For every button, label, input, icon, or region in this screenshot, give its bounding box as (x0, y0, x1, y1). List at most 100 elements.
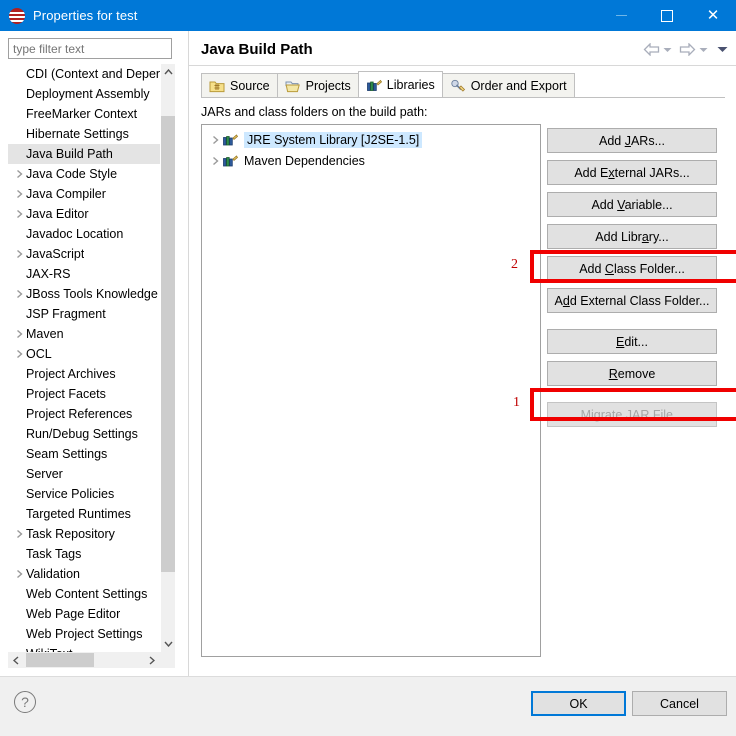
sidebar-item-web-page-editor[interactable]: Web Page Editor (8, 604, 160, 624)
add-jars-button[interactable]: Add JARs... (547, 128, 717, 153)
settings-tree[interactable]: CDI (Context and Dependency Deployment As… (8, 64, 175, 652)
sidebar-item-label: Seam Settings (26, 447, 108, 461)
sidebar-item-label: JAX-RS (26, 267, 71, 281)
sidebar-item-run-debug-settings[interactable]: Run/Debug Settings (8, 424, 160, 444)
sidebar-item-project-archives[interactable]: Project Archives (8, 364, 160, 384)
section-label: JARs and class folders on the build path… (201, 105, 428, 119)
expand-chevron-right-icon[interactable] (12, 569, 26, 579)
forward-arrow-icon[interactable] (679, 43, 696, 56)
expand-chevron-right-icon[interactable] (208, 135, 222, 145)
sidebar-item-jsp-fragment[interactable]: JSP Fragment (8, 304, 160, 324)
help-icon[interactable]: ? (14, 691, 36, 713)
add-variable-button[interactable]: Add Variable... (547, 192, 717, 217)
remove-button[interactable]: Remove (547, 361, 717, 386)
filter-input-wrapper[interactable] (8, 38, 172, 59)
expand-chevron-right-icon[interactable] (12, 189, 26, 199)
scroll-right-icon[interactable] (144, 652, 160, 668)
tab-source[interactable]: Source (201, 73, 278, 97)
add-class-folder-button[interactable]: Add Class Folder... (547, 256, 717, 281)
cancel-button[interactable]: Cancel (632, 691, 727, 716)
close-icon: ✕ (706, 6, 720, 24)
annotation-number-1: 1 (513, 395, 520, 410)
tab-projects[interactable]: Projects (276, 73, 359, 97)
dialog-body: CDI (Context and Dependency Deployment As… (0, 31, 736, 676)
sidebar-item-java-code-style[interactable]: Java Code Style (8, 164, 160, 184)
tab-underline (201, 97, 725, 98)
tree-vertical-scrollbar[interactable] (160, 64, 175, 652)
back-menu-chevron-down-icon[interactable] (663, 47, 672, 53)
library-icon (222, 153, 240, 169)
libraries-icon (366, 77, 382, 93)
sidebar-item-web-content-settings[interactable]: Web Content Settings (8, 584, 160, 604)
sidebar-item-wikitext[interactable]: WikiText (8, 644, 160, 652)
forward-menu-chevron-down-icon[interactable] (699, 47, 708, 53)
back-arrow-icon[interactable] (643, 43, 660, 56)
edit-button[interactable]: Edit... (547, 329, 717, 354)
maximize-button[interactable] (644, 0, 690, 31)
tab-libraries[interactable]: Libraries (357, 71, 443, 97)
tree-horizontal-scrollbar[interactable] (8, 652, 175, 668)
close-button[interactable]: ✕ (690, 0, 736, 31)
sidebar-item-project-references[interactable]: Project References (8, 404, 160, 424)
sidebar-item-java-build-path[interactable]: Java Build Path (8, 144, 160, 164)
sidebar-item-cdi-context-and-dependency[interactable]: CDI (Context and Dependency (8, 64, 160, 84)
expand-chevron-right-icon[interactable] (12, 169, 26, 179)
sidebar-item-label: Java Editor (26, 207, 89, 221)
expand-chevron-right-icon[interactable] (208, 156, 222, 166)
minimize-button[interactable] (598, 0, 644, 31)
build-path-entries-list[interactable]: JRE System Library [J2SE-1.5] Maven Depen… (201, 124, 541, 657)
source-folder-icon (209, 78, 225, 94)
scroll-down-icon[interactable] (161, 636, 175, 652)
tab-order-and-export[interactable]: Order and Export (441, 73, 575, 97)
build-path-entry-row[interactable]: JRE System Library [J2SE-1.5] (202, 129, 540, 150)
sidebar-item-javadoc-location[interactable]: Javadoc Location (8, 224, 160, 244)
button-label: Migrate JAR File... (580, 407, 684, 422)
expand-chevron-right-icon[interactable] (12, 349, 26, 359)
sidebar-item-java-compiler[interactable]: Java Compiler (8, 184, 160, 204)
sidebar-item-javascript[interactable]: JavaScript (8, 244, 160, 264)
sidebar-item-task-tags[interactable]: Task Tags (8, 544, 160, 564)
sidebar-item-jboss-tools-knowledge[interactable]: JBoss Tools Knowledge (8, 284, 160, 304)
expand-chevron-right-icon[interactable] (12, 209, 26, 219)
sidebar-item-label: Maven (26, 327, 64, 341)
expand-chevron-right-icon[interactable] (12, 249, 26, 259)
sidebar-item-service-policies[interactable]: Service Policies (8, 484, 160, 504)
filter-input[interactable] (13, 41, 171, 56)
sidebar-item-web-project-settings[interactable]: Web Project Settings (8, 624, 160, 644)
dialog-footer: ? OK Cancel (0, 676, 736, 736)
sidebar-item-jax-rs[interactable]: JAX-RS (8, 264, 160, 284)
sidebar-item-targeted-runtimes[interactable]: Targeted Runtimes (8, 504, 160, 524)
sidebar-item-hibernate-settings[interactable]: Hibernate Settings (8, 124, 160, 144)
expand-chevron-right-icon[interactable] (12, 529, 26, 539)
sidebar-item-java-editor[interactable]: Java Editor (8, 204, 160, 224)
build-path-entry-row[interactable]: Maven Dependencies (202, 150, 540, 171)
view-menu-chevron-down-icon[interactable] (717, 46, 728, 53)
scroll-up-icon[interactable] (161, 64, 175, 80)
expand-chevron-right-icon[interactable] (12, 329, 26, 339)
scroll-left-icon[interactable] (8, 652, 24, 668)
add-external-class-folder-button[interactable]: Add External Class Folder... (547, 288, 717, 313)
sidebar-item-deployment-assembly[interactable]: Deployment Assembly (8, 84, 160, 104)
sidebar-item-validation[interactable]: Validation (8, 564, 160, 584)
add-library-button[interactable]: Add Library... (547, 224, 717, 249)
sidebar-item-ocl[interactable]: OCL (8, 344, 160, 364)
sidebar-item-label: Project References (26, 407, 133, 421)
tree-scrollbar-thumb[interactable] (161, 116, 175, 572)
order-export-icon (450, 78, 466, 94)
expand-chevron-right-icon[interactable] (12, 289, 26, 299)
sidebar-item-freemarker-context[interactable]: FreeMarker Context (8, 104, 160, 124)
sidebar-item-seam-settings[interactable]: Seam Settings (8, 444, 160, 464)
settings-tree-list: CDI (Context and Dependency Deployment As… (8, 64, 160, 652)
ok-button[interactable]: OK (531, 691, 626, 716)
tab-label: Libraries (386, 77, 435, 92)
sidebar-item-maven[interactable]: Maven (8, 324, 160, 344)
sidebar-item-task-repository[interactable]: Task Repository (8, 524, 160, 544)
projects-folder-icon (285, 78, 301, 94)
sidebar-item-label: Project Facets (26, 387, 106, 401)
tree-hscrollbar-thumb[interactable] (26, 653, 94, 667)
sidebar-item-label: FreeMarker Context (26, 107, 138, 121)
sidebar-item-label: Hibernate Settings (26, 127, 129, 141)
sidebar-item-project-facets[interactable]: Project Facets (8, 384, 160, 404)
add-external-jars-button[interactable]: Add External JARs... (547, 160, 717, 185)
sidebar-item-server[interactable]: Server (8, 464, 160, 484)
